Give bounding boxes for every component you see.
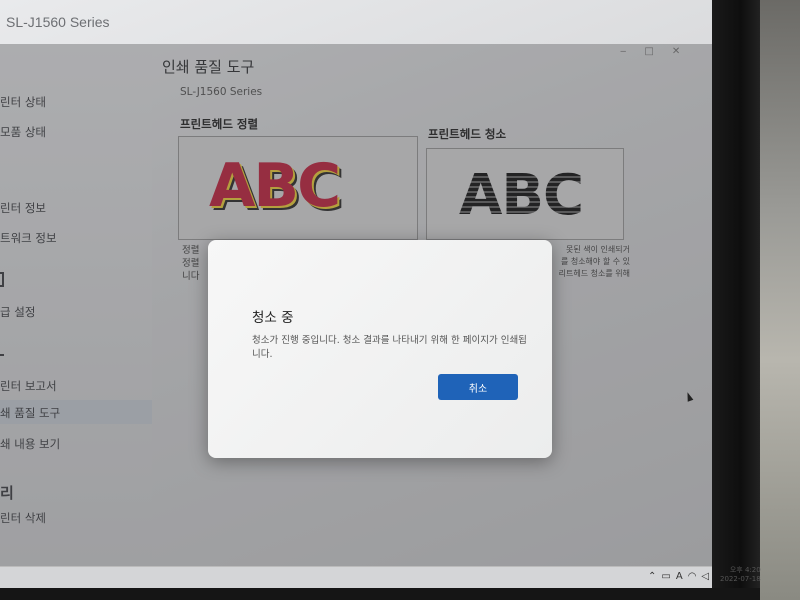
window-title: SL-J1560 Series [6, 14, 110, 30]
monitor-bezel [712, 0, 760, 600]
clock-time: 오후 4:20 [729, 566, 761, 574]
dialog-title: 청소 중 [252, 310, 294, 326]
monitor-bezel-bottom [0, 588, 760, 600]
chevron-up-icon[interactable]: ⌃ [648, 571, 656, 582]
dialog-message: 청소가 진행 중입니다. 청소 결과를 나타내기 위해 한 페이지가 인쇄됩니다… [252, 335, 527, 360]
cancel-button[interactable]: 취소 [438, 374, 518, 400]
cleaning-dialog: 청소 중 청소가 진행 중입니다. 청소 결과를 나타내기 위해 한 페이지가 … [208, 240, 552, 458]
clock-date: 2022-07-18 [720, 575, 761, 583]
screen: SL-J1560 Series 린터 상태 모품 상태 린터 정보 트워크 정보… [0, 0, 712, 588]
taskbar: ⌃ ▭ A ◠ ◁ ▯ [0, 566, 712, 588]
language-icon[interactable]: A [676, 571, 683, 582]
volume-icon[interactable]: ◁ [701, 571, 709, 582]
title-bar: SL-J1560 Series [0, 0, 712, 44]
wifi-icon[interactable]: ◠ [688, 571, 697, 582]
keyboard-icon[interactable]: ▭ [661, 571, 670, 582]
system-tray: ⌃ ▭ A ◠ ◁ ▯ [648, 571, 712, 582]
taskbar-clock[interactable]: 오후 4:20 2022-07-18 [720, 566, 761, 584]
